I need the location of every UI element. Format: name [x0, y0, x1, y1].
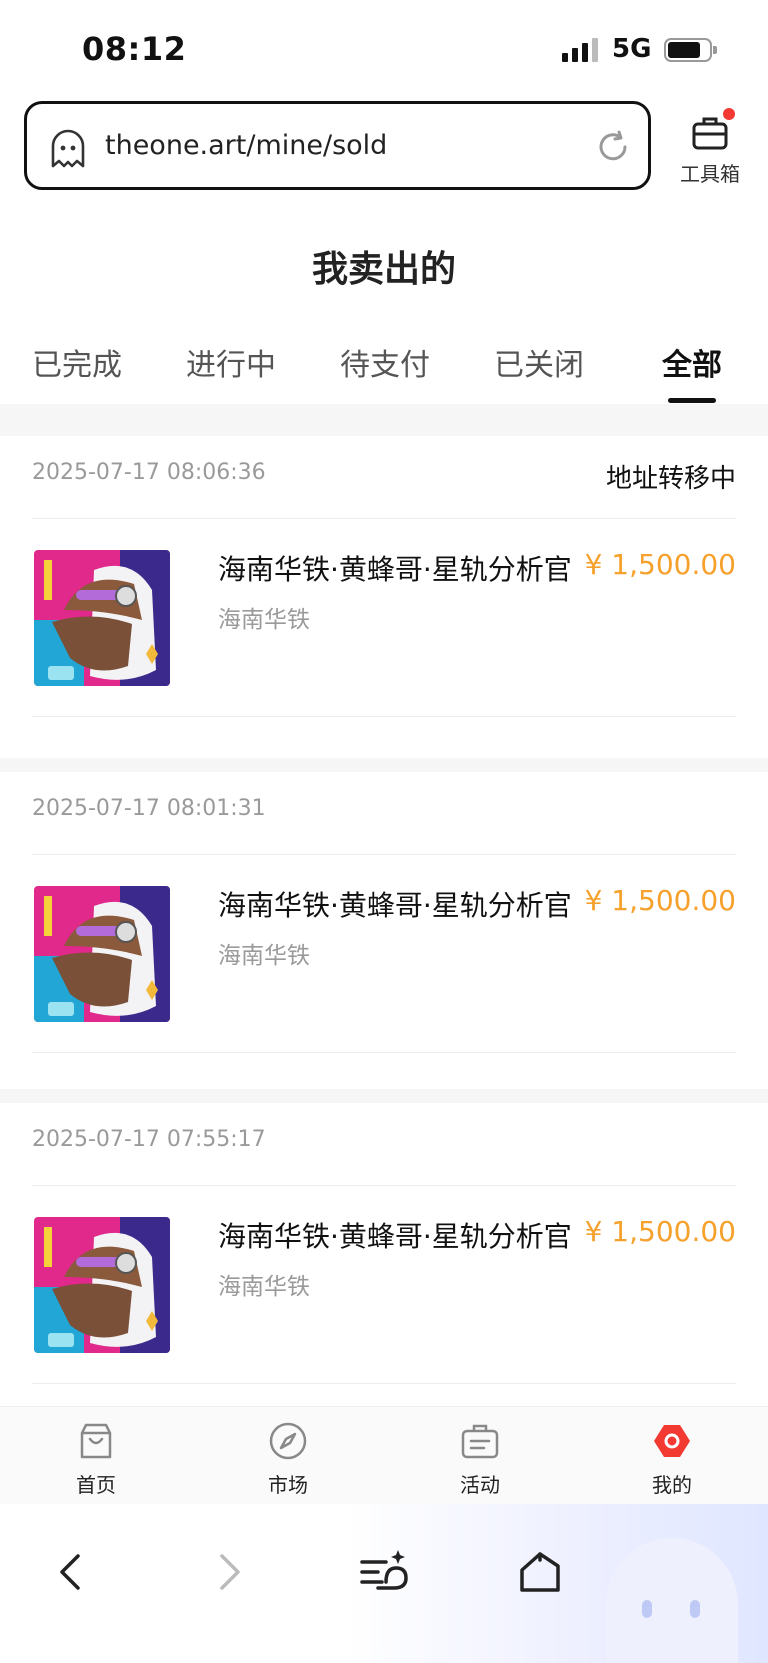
product-brand: 海南华铁: [218, 1274, 310, 1300]
briefcase-icon: [461, 1424, 499, 1459]
order-tabs: 已完成 进行中 待支付 已关闭 全部: [0, 340, 768, 404]
app-bottom-nav: 首页 市场 活动 我的: [0, 1406, 768, 1504]
product-name: 海南华铁·黄蜂哥·星轨分析官: [218, 553, 572, 586]
home-icon[interactable]: [512, 1544, 568, 1600]
section-gap: [0, 1089, 768, 1103]
nav-home-label: 首页: [76, 1473, 116, 1497]
nav-market-label: 市场: [268, 1473, 308, 1497]
divider: [32, 1052, 736, 1053]
profile-hexagon-icon: [654, 1425, 690, 1457]
divider: [32, 518, 736, 519]
divider: [32, 1185, 736, 1186]
page: 08:12 5G theone.art/mine/sold 工具箱 我卖出的 已…: [0, 0, 768, 1663]
divider: [32, 1383, 736, 1384]
nav-home[interactable]: 首页: [36, 1421, 156, 1498]
order-card[interactable]: 2025-07-17 07:55:17 海南华铁·黄蜂哥·星轨分析官 ¥ 1,5…: [0, 1103, 768, 1406]
tab-completed[interactable]: 已完成: [32, 340, 122, 384]
status-bar: 08:12 5G: [0, 0, 768, 100]
shopping-bag-icon: [80, 1423, 112, 1459]
order-card[interactable]: 2025-07-17 08:06:36 地址转移中 海南华铁·黄蜂哥·星轨分析官…: [0, 436, 768, 758]
order-status: 地址转移中: [605, 464, 736, 494]
ai-menu-icon[interactable]: [356, 1544, 412, 1600]
signal-icon: [562, 38, 598, 62]
forward-icon[interactable]: [200, 1544, 256, 1600]
battery-icon: [664, 38, 717, 62]
toolbox-icon: [692, 117, 728, 150]
ghost-icon: [51, 129, 85, 168]
toolbox-button[interactable]: 工具箱: [672, 108, 748, 192]
notification-dot: [723, 108, 735, 120]
status-time: 08:12: [82, 30, 187, 68]
nav-activity[interactable]: 活动: [420, 1421, 540, 1498]
tab-pending-payment[interactable]: 待支付: [340, 340, 430, 384]
product-thumbnail[interactable]: [34, 1217, 170, 1353]
divider: [32, 716, 736, 717]
order-time: 2025-07-17 08:01:31: [32, 796, 266, 821]
tab-closed[interactable]: 已关闭: [494, 340, 584, 384]
product-thumbnail[interactable]: [34, 550, 170, 686]
nav-mine[interactable]: 我的: [612, 1421, 732, 1498]
section-gap: [0, 758, 768, 772]
toolbox-label: 工具箱: [680, 162, 740, 186]
nav-activity-label: 活动: [460, 1473, 500, 1497]
tab-all[interactable]: 全部: [662, 340, 722, 403]
product-name: 海南华铁·黄蜂哥·星轨分析官: [218, 889, 572, 922]
page-title: 我卖出的: [311, 249, 456, 290]
product-thumbnail[interactable]: [34, 886, 170, 1022]
nav-mine-label: 我的: [652, 1473, 692, 1497]
product-brand: 海南华铁: [218, 943, 310, 969]
product-price: ¥ 1,500.00: [584, 884, 736, 917]
network-type: 5G: [612, 34, 652, 64]
product-price: ¥ 1,500.00: [584, 1215, 736, 1248]
url-text[interactable]: theone.art/mine/sold: [105, 130, 387, 161]
product-brand: 海南华铁: [218, 607, 310, 633]
tab-in-progress[interactable]: 进行中: [186, 340, 276, 384]
section-gap: [0, 404, 768, 436]
order-time: 2025-07-17 08:06:36: [32, 460, 266, 485]
mascot-ghost: [606, 1538, 738, 1663]
divider: [32, 854, 736, 855]
product-price: ¥ 1,500.00: [584, 548, 736, 581]
nav-market[interactable]: 市场: [228, 1421, 348, 1498]
compass-icon: [269, 1422, 307, 1460]
address-bar[interactable]: theone.art/mine/sold: [24, 101, 651, 190]
back-icon[interactable]: [44, 1544, 100, 1600]
order-card[interactable]: 2025-07-17 08:01:31 海南华铁·黄蜂哥·星轨分析官 ¥ 1,5…: [0, 772, 768, 1094]
reload-icon[interactable]: [595, 129, 631, 165]
order-time: 2025-07-17 07:55:17: [32, 1127, 266, 1152]
product-name: 海南华铁·黄蜂哥·星轨分析官: [218, 1220, 572, 1253]
